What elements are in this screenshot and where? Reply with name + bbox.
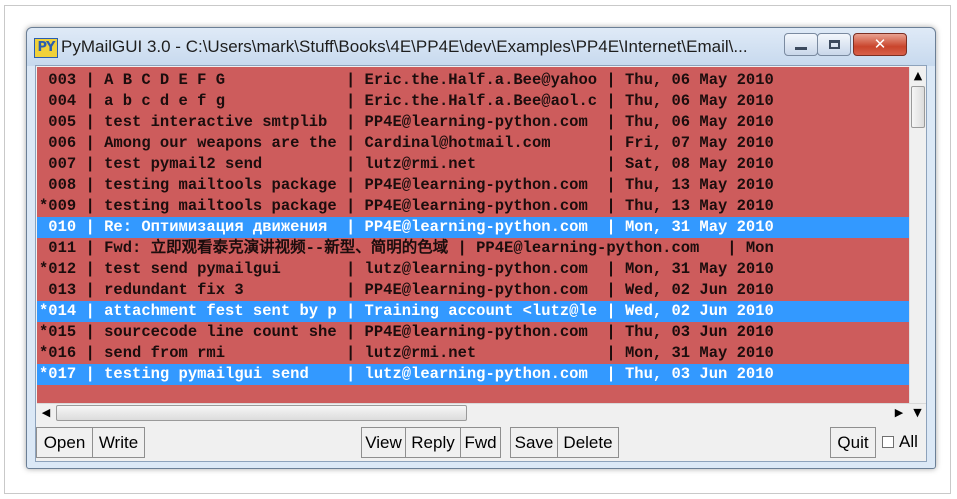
scroll-up-icon[interactable]: ▲ bbox=[910, 67, 926, 85]
delete-button[interactable]: Delete bbox=[557, 427, 619, 458]
open-button[interactable]: Open bbox=[36, 427, 93, 458]
message-row[interactable]: *014 | attachment fest sent by p | Train… bbox=[37, 301, 909, 322]
quit-button[interactable]: Quit bbox=[830, 427, 876, 458]
scroll-right-icon[interactable]: ▶ bbox=[890, 404, 908, 422]
write-button[interactable]: Write bbox=[92, 427, 145, 458]
scroll-down-icon[interactable]: ▼ bbox=[909, 404, 926, 422]
message-row[interactable]: 004 | a b c d e f g | Eric.the.Half.a.Be… bbox=[37, 91, 909, 112]
message-row[interactable]: 005 | test interactive smtplib | PP4E@le… bbox=[37, 112, 909, 133]
client-area: 003 | A B C D E F G | Eric.the.Half.a.Be… bbox=[35, 65, 927, 462]
close-icon: ✕ bbox=[873, 35, 887, 53]
horizontal-scroll-thumb[interactable] bbox=[56, 405, 467, 421]
vertical-scrollbar[interactable]: ▲ bbox=[909, 67, 926, 403]
message-row[interactable]: 003 | A B C D E F G | Eric.the.Half.a.Be… bbox=[37, 70, 909, 91]
all-checkbox-label: All bbox=[899, 432, 918, 451]
title-bar[interactable]: PY PyMailGUI 3.0 - C:\Users\mark\Stuff\B… bbox=[27, 28, 935, 66]
message-row[interactable]: 007 | test pymail2 send | lutz@rmi.net |… bbox=[37, 154, 909, 175]
window-title: PyMailGUI 3.0 - C:\Users\mark\Stuff\Book… bbox=[61, 37, 748, 56]
python-app-icon: PY bbox=[34, 38, 58, 58]
message-row[interactable]: 013 | redundant fix 3 | PP4E@learning-py… bbox=[37, 280, 909, 301]
minimize-icon bbox=[795, 47, 807, 50]
maximize-icon bbox=[828, 40, 840, 49]
save-button[interactable]: Save bbox=[510, 427, 558, 458]
message-row[interactable]: 006 | Among our weapons are the | Cardin… bbox=[37, 133, 909, 154]
message-row[interactable]: 008 | testing mailtools package | PP4E@l… bbox=[37, 175, 909, 196]
all-checkbox-box[interactable] bbox=[882, 436, 894, 448]
minimize-button[interactable] bbox=[784, 33, 818, 56]
message-row[interactable]: 011 | Fwd: 立即观看泰克演讲视频--新型、简明的色域 | PP4E@l… bbox=[37, 238, 909, 259]
maximize-button[interactable] bbox=[817, 33, 851, 56]
pymailgui-window: PY PyMailGUI 3.0 - C:\Users\mark\Stuff\B… bbox=[26, 27, 936, 469]
message-row[interactable]: *016 | send from rmi | lutz@rmi.net | Mo… bbox=[37, 343, 909, 364]
reply-button[interactable]: Reply bbox=[405, 427, 461, 458]
button-bar: Open Write View Reply Fwd Save Delete Qu… bbox=[36, 424, 926, 461]
horizontal-scrollbar[interactable]: ◀ ▶ ▼ bbox=[37, 403, 926, 422]
close-button[interactable]: ✕ bbox=[853, 33, 907, 56]
message-row[interactable]: *015 | sourcecode line count she | PP4E@… bbox=[37, 322, 909, 343]
message-row[interactable]: *017 | testing pymailgui send | lutz@lea… bbox=[37, 364, 909, 385]
message-listbox[interactable]: 003 | A B C D E F G | Eric.the.Half.a.Be… bbox=[37, 67, 909, 403]
view-button[interactable]: View bbox=[361, 427, 406, 458]
all-checkbox[interactable]: All bbox=[878, 427, 924, 458]
message-row[interactable]: *009 | testing mailtools package | PP4E@… bbox=[37, 196, 909, 217]
vertical-scroll-thumb[interactable] bbox=[911, 86, 925, 128]
fwd-button[interactable]: Fwd bbox=[460, 427, 501, 458]
message-row[interactable]: 010 | Re: Оптимизация движения | PP4E@le… bbox=[37, 217, 909, 238]
message-row[interactable]: *012 | test send pymailgui | lutz@learni… bbox=[37, 259, 909, 280]
scroll-left-icon[interactable]: ◀ bbox=[37, 404, 55, 422]
